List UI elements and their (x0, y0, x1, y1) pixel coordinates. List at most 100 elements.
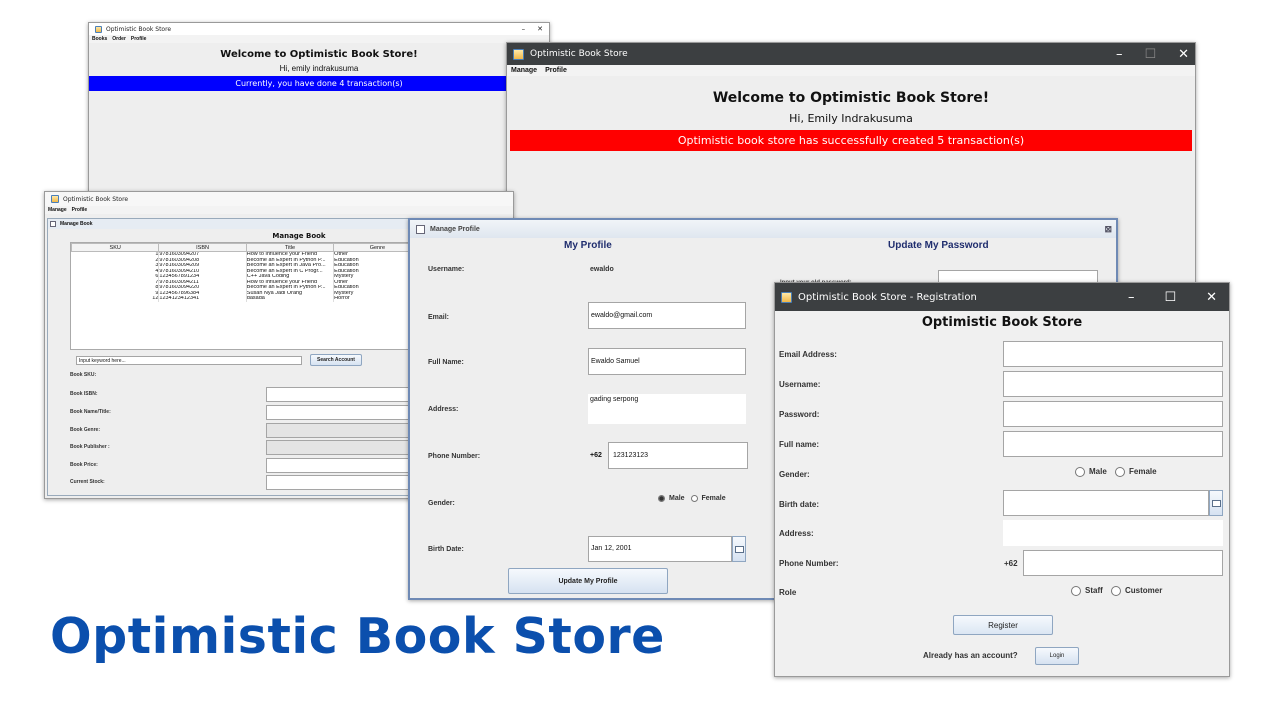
title-bar: Manage Profile ⊠ (410, 220, 1116, 238)
birthdate-field[interactable] (1003, 490, 1209, 516)
fullname-label: Full Name: (428, 359, 464, 366)
birthdate-label: Birth date: (779, 500, 819, 509)
registration-window: Optimistic Book Store - Registration – ☐ ✕… (774, 282, 1230, 677)
book-title-field[interactable] (266, 405, 416, 420)
registration-heading: Optimistic Book Store (921, 315, 1083, 330)
menu-bar: Books Order Profile (89, 35, 549, 43)
password-label: Password: (779, 410, 820, 419)
greeting-text: Hi, emily indrakusuma (279, 64, 359, 73)
transaction-banner: Currently, you have done 4 transaction(s… (89, 76, 549, 91)
maximize-icon[interactable]: ☐ (1144, 47, 1156, 62)
role-label: Role (779, 588, 797, 597)
current-stock-field[interactable] (266, 475, 416, 490)
username-value: ewaldo (590, 266, 614, 273)
window-controls[interactable]: – ☐ ✕ (1128, 290, 1217, 305)
table-column-header[interactable]: Title (245, 243, 335, 252)
fullname-field[interactable] (1003, 431, 1223, 457)
window-controls[interactable]: – ☐ ✕ (1116, 47, 1189, 62)
user-home-window: Optimistic Book Store – ✕ Books Order Pro… (88, 22, 550, 192)
menu-manage[interactable]: Manage (48, 207, 67, 213)
java-app-icon (51, 195, 59, 203)
menu-bar: Manage Profile (507, 65, 1195, 76)
close-icon[interactable]: ✕ (1206, 290, 1217, 305)
update-profile-button[interactable]: Update My Profile (508, 568, 668, 594)
title-bar: Optimistic Book Store – ✕ (89, 23, 549, 35)
book-form-label: Book SKU: (70, 372, 97, 378)
address-label: Address: (779, 529, 814, 538)
gender-female-radio[interactable]: Female (1115, 467, 1157, 477)
table-cell: dasada (246, 296, 335, 302)
menu-profile[interactable]: Profile (545, 67, 567, 74)
radio-selected-icon (658, 495, 665, 502)
frame-icon (50, 221, 56, 227)
book-form-label: Book Price: (70, 462, 98, 468)
welcome-heading: Welcome to Optimistic Book Store! (712, 90, 990, 106)
menu-profile[interactable]: Profile (72, 207, 88, 213)
welcome-heading: Welcome to Optimistic Book Store! (220, 49, 418, 60)
password-field[interactable] (1003, 401, 1223, 427)
gender-male-radio[interactable]: Male (1075, 467, 1107, 477)
role-customer-radio[interactable]: Customer (1111, 586, 1162, 596)
menu-books[interactable]: Books (92, 36, 107, 42)
close-icon[interactable]: ⊠ (1104, 224, 1112, 235)
table-column-header[interactable]: ISBN (158, 243, 247, 252)
minimize-icon[interactable]: – (522, 25, 526, 33)
username-label: Username: (779, 380, 821, 389)
window-title: Optimistic Book Store (106, 25, 172, 33)
calendar-icon (1211, 499, 1221, 507)
maximize-icon[interactable]: ☐ (1164, 290, 1176, 305)
my-profile-heading: My Profile (564, 240, 612, 251)
book-form-label: Book ISBN: (70, 391, 98, 397)
phone-prefix: +62 (590, 452, 602, 459)
birthdate-label: Birth Date: (428, 546, 464, 553)
role-staff-radio[interactable]: Staff (1071, 586, 1103, 596)
gender-male-radio[interactable]: Male (658, 495, 685, 502)
radio-icon (1075, 467, 1085, 477)
search-input[interactable]: Input keyword here... (76, 356, 302, 365)
book-form-label: Current Stock: (70, 479, 105, 485)
table-cell: 12 (71, 296, 160, 302)
update-password-heading: Update My Password (888, 240, 989, 251)
gender-label: Gender: (428, 500, 455, 507)
calendar-button[interactable] (1209, 490, 1223, 516)
gender-radio-group: Male Female (658, 495, 726, 502)
fullname-field[interactable]: Ewaldo Samuel (588, 348, 746, 375)
book-publisher-field[interactable] (266, 440, 416, 455)
address-field[interactable]: gading serpong (588, 394, 746, 424)
window-controls[interactable]: – ✕ (522, 25, 543, 33)
book-isbn-field[interactable] (266, 387, 416, 402)
email-field[interactable]: ewaldo@gmail.com (588, 302, 746, 329)
minimize-icon[interactable]: – (1128, 290, 1135, 305)
birthdate-field[interactable]: Jan 12, 2001 (588, 536, 732, 562)
calendar-button[interactable] (732, 536, 746, 562)
radio-icon (1115, 467, 1126, 477)
window-title: Optimistic Book Store (63, 195, 129, 203)
menu-order[interactable]: Order (112, 36, 126, 42)
java-app-icon (513, 48, 524, 60)
radio-icon (1071, 586, 1081, 596)
title-bar: Optimistic Book Store – ☐ ✕ (507, 43, 1195, 65)
gender-female-radio[interactable]: Female (690, 495, 726, 502)
table-cell: 1234123412341 (158, 296, 247, 302)
menu-manage[interactable]: Manage (511, 67, 537, 74)
role-radio-group: Staff Customer (1071, 586, 1162, 596)
book-genre-field[interactable] (266, 423, 416, 438)
book-form-label: Book Name/Title: (70, 409, 111, 415)
close-icon[interactable]: ✕ (537, 25, 543, 33)
book-price-field[interactable] (266, 458, 416, 473)
close-icon[interactable]: ✕ (1178, 47, 1189, 62)
search-account-button[interactable]: Search Account (310, 354, 362, 366)
phone-field[interactable] (1023, 550, 1223, 576)
register-button[interactable]: Register (953, 615, 1053, 635)
book-form-label: Book Genre: (70, 427, 101, 433)
menu-profile[interactable]: Profile (131, 36, 147, 42)
java-app-icon (95, 25, 102, 33)
table-column-header[interactable]: SKU (71, 243, 160, 252)
email-field[interactable] (1003, 341, 1223, 367)
phone-label: Phone Number: (428, 453, 481, 460)
minimize-icon[interactable]: – (1116, 47, 1123, 62)
address-field[interactable] (1003, 520, 1223, 546)
phone-field[interactable]: 123123123 (608, 442, 748, 469)
username-field[interactable] (1003, 371, 1223, 397)
login-button[interactable]: Login (1035, 647, 1079, 665)
